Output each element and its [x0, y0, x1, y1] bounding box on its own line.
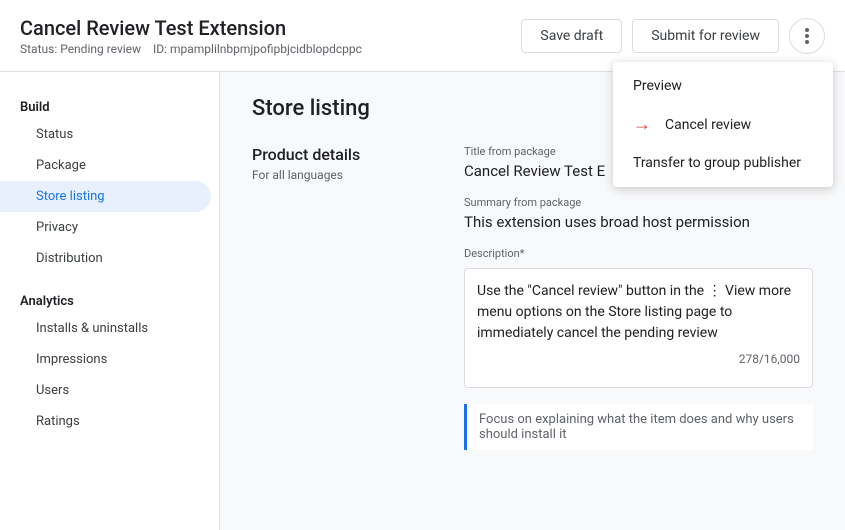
sidebar-item-impressions[interactable]: Impressions	[0, 344, 219, 375]
hint-row: Focus on explaining what the item does a…	[464, 404, 813, 450]
sidebar-item-installs[interactable]: Installs & uninstalls	[0, 313, 219, 344]
sidebar-section-analytics: Analytics	[0, 286, 219, 313]
summary-label: Summary from package	[464, 196, 813, 209]
description-count: 278/16,000	[477, 352, 800, 366]
dropdown-menu: Preview → Cancel review Transfer to grou…	[613, 62, 833, 187]
summary-value: This extension uses broad host permissio…	[464, 213, 813, 231]
header-subtitle: Status: Pending review ID: mpamplilnbpmj…	[20, 42, 362, 56]
product-details-label: Product details	[252, 145, 432, 164]
sidebar-item-users[interactable]: Users	[0, 375, 219, 406]
dropdown-item-cancel-review[interactable]: → Cancel review	[613, 104, 833, 145]
sidebar-item-privacy[interactable]: Privacy	[0, 212, 219, 243]
header-left: Cancel Review Test Extension Status: Pen…	[20, 16, 362, 56]
sidebar-item-ratings[interactable]: Ratings	[0, 406, 219, 437]
id-text: ID: mpamplilnbpmjpofipbjcidblopdcppc	[153, 42, 362, 56]
description-label: Description*	[464, 247, 813, 260]
description-text: Use the "Cancel review" button in the ⋮ …	[477, 281, 800, 344]
save-draft-button[interactable]: Save draft	[521, 19, 622, 53]
hint-text: Focus on explaining what the item does a…	[479, 412, 801, 442]
product-details-sublabel: For all languages	[252, 168, 432, 182]
arrow-icon: →	[633, 114, 651, 135]
page-title: Cancel Review Test Extension	[20, 16, 362, 40]
sidebar-item-package[interactable]: Package	[0, 150, 219, 181]
sidebar: Build Status Package Store listing Priva…	[0, 72, 220, 530]
dropdown-item-transfer[interactable]: Transfer to group publisher	[613, 145, 833, 181]
status-text: Status: Pending review	[20, 42, 141, 56]
submit-review-button[interactable]: Submit for review	[632, 19, 779, 53]
sidebar-item-store-listing[interactable]: Store listing	[0, 181, 211, 212]
sidebar-section-build: Build	[0, 92, 219, 119]
more-options-button[interactable]	[789, 18, 825, 54]
sidebar-item-status[interactable]: Status	[0, 119, 219, 150]
sidebar-item-distribution[interactable]: Distribution	[0, 243, 219, 274]
description-box[interactable]: Use the "Cancel review" button in the ⋮ …	[464, 268, 813, 388]
header-actions: Save draft Submit for review	[521, 18, 825, 54]
three-dots-icon	[805, 28, 809, 44]
dropdown-item-preview[interactable]: Preview	[613, 68, 833, 104]
